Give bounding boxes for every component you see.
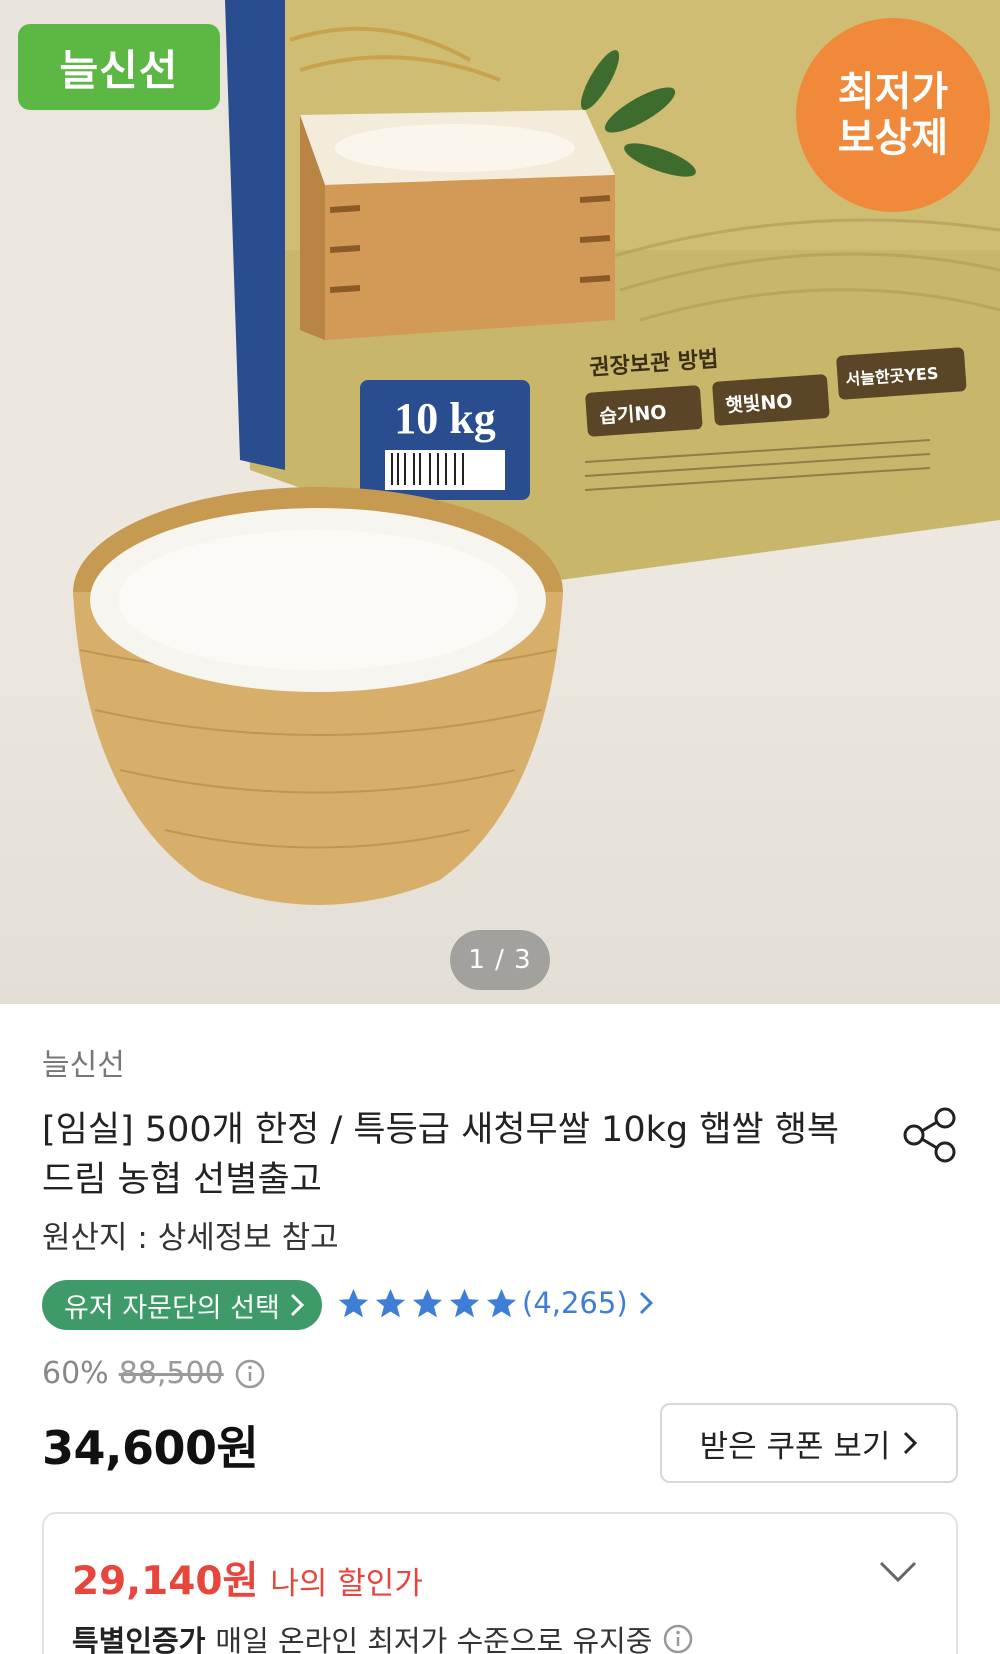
original-price: 88,500 <box>118 1356 224 1391</box>
price-guarantee-badge: 최저가 보상제 <box>796 18 990 212</box>
price-guarantee-line1: 최저가 <box>837 69 949 115</box>
bag-tag-1: 습기NO <box>599 401 667 428</box>
chevron-right-icon <box>639 1291 653 1315</box>
star-icon <box>338 1288 369 1318</box>
discount-rate: 60% <box>42 1356 109 1391</box>
my-discount-price: 29,140원 나의 할인가 <box>72 1550 423 1606</box>
product-title: [임실] 500개 한정 / 특등급 새청무쌀 10kg 햅쌀 행복드림 농협 … <box>42 1110 840 1200</box>
info-icon[interactable] <box>234 1358 266 1390</box>
coupon-button-label: 받은 쿠폰 보기 <box>699 1428 891 1465</box>
sale-price: 34,600원 <box>42 1421 259 1475</box>
chevron-down-icon[interactable] <box>878 1558 918 1586</box>
share-icon <box>903 1107 956 1163</box>
rating-stars <box>336 1286 519 1321</box>
review-count-link[interactable]: (4,265) <box>522 1286 654 1320</box>
info-icon[interactable] <box>662 1623 694 1654</box>
my-discount-amount: 29,140원 <box>72 1559 259 1604</box>
brand-badge: 늘신선 <box>18 24 220 110</box>
image-counter: 1 / 3 <box>450 930 550 990</box>
star-icon <box>412 1288 443 1318</box>
price-guarantee-line2: 보상제 <box>837 115 949 161</box>
review-count: (4,265) <box>522 1286 628 1320</box>
my-discount-price-panel[interactable]: 29,140원 나의 할인가 특별인증가 매일 온라인 최저가 수준으로 유지중 <box>42 1512 958 1654</box>
star-icon <box>486 1288 517 1318</box>
star-icon <box>375 1288 406 1318</box>
bag-weight-text: 10 kg <box>394 394 495 443</box>
share-button[interactable] <box>900 1105 960 1165</box>
chevron-right-icon <box>904 1431 918 1455</box>
chevron-right-icon <box>290 1293 305 1317</box>
seller-name[interactable]: 늘신선 <box>42 1040 125 1084</box>
view-coupons-button[interactable]: 받은 쿠폰 보기 <box>660 1403 958 1483</box>
origin-info: 원산지 : 상세정보 참고 <box>42 1220 339 1256</box>
special-certified-price: 특별인증가 매일 온라인 최저가 수준으로 유지중 <box>72 1618 694 1654</box>
user-advisory-choice-badge[interactable]: 유저 자문단의 선택 <box>42 1280 322 1330</box>
my-discount-label: 나의 할인가 <box>270 1566 423 1602</box>
special-price-text: 매일 온라인 최저가 수준으로 유지중 <box>215 1624 653 1654</box>
discount-line: 60% 88,500 <box>42 1356 266 1391</box>
product-image-carousel[interactable]: 10 kg 권장보관 방법 습기NO 햇빛NO 서늘한곳YES 늘신선 최저가 … <box>0 0 1000 1004</box>
bag-tag-2: 햇빛NO <box>725 390 793 417</box>
choice-badge-label: 유저 자문단의 선택 <box>64 1292 280 1324</box>
star-icon <box>449 1288 480 1318</box>
special-price-label: 특별인증가 <box>72 1624 206 1654</box>
